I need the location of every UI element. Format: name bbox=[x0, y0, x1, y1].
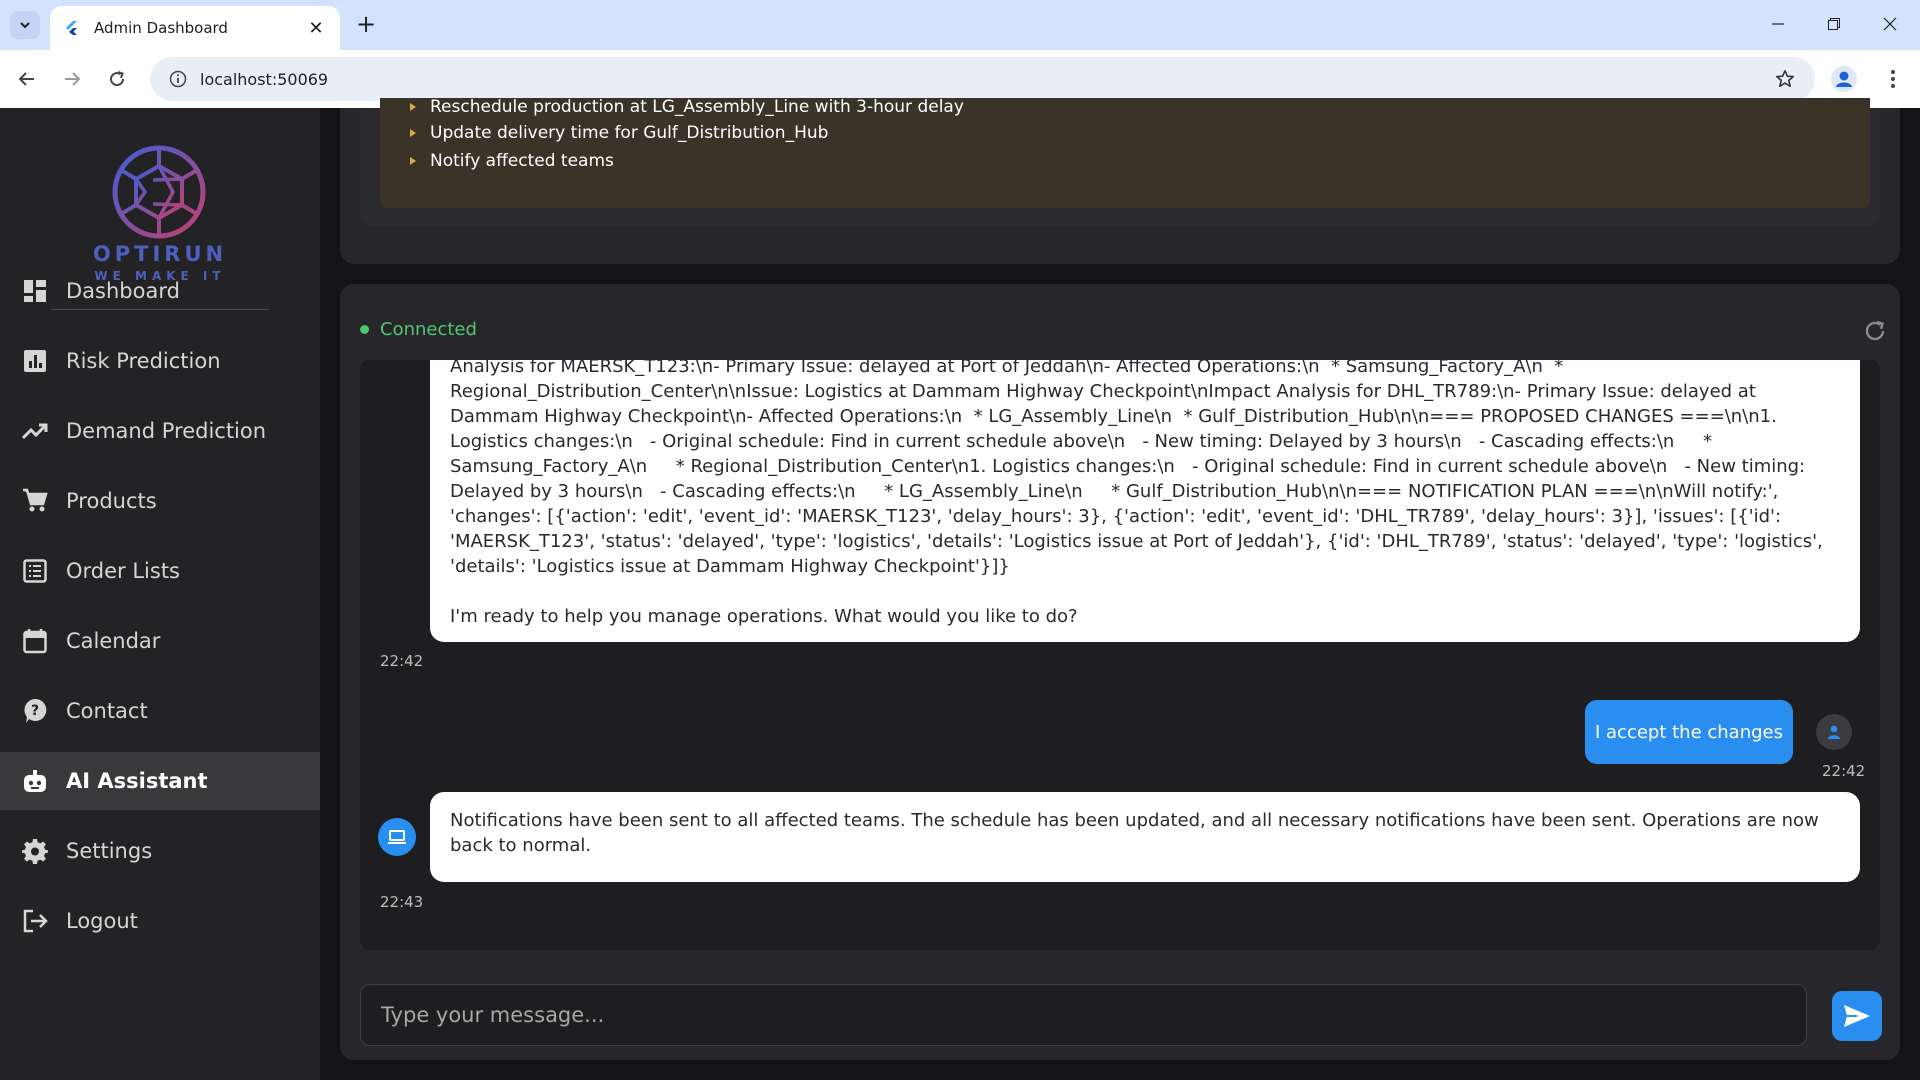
user-message: I accept the changes bbox=[1585, 700, 1793, 764]
logout-icon bbox=[22, 908, 48, 934]
sidebar-item-contact[interactable]: ? Contact bbox=[0, 682, 320, 740]
sidebar-item-label: Dashboard bbox=[66, 279, 180, 303]
message-time: 22:42 bbox=[1822, 762, 1866, 780]
send-icon bbox=[1844, 1005, 1870, 1027]
sidebar-item-label: Demand Prediction bbox=[66, 419, 267, 443]
message-time: 22:43 bbox=[380, 893, 424, 911]
robot-icon bbox=[22, 768, 48, 794]
message-text: Analysis for MAERSK_T123:\n- Primary Iss… bbox=[450, 360, 1823, 627]
reload-icon bbox=[110, 71, 125, 87]
plan-step: Reschedule production at LG_Assembly_Lin… bbox=[410, 98, 964, 117]
back-button[interactable] bbox=[12, 64, 42, 94]
assistant-avatar bbox=[378, 818, 416, 856]
gear-icon bbox=[22, 838, 48, 864]
message-text: Notifications have been sent to all affe… bbox=[450, 810, 1819, 856]
sidebar-item-logout[interactable]: Logout bbox=[0, 892, 320, 950]
sidebar-item-label: Order Lists bbox=[66, 559, 181, 583]
plan-step: Notify affected teams bbox=[410, 151, 614, 171]
sidebar-item-risk-prediction[interactable]: Risk Prediction bbox=[0, 332, 320, 390]
sidebar-item-ai-assistant[interactable]: AI Assistant bbox=[0, 752, 320, 810]
chat-panel: Connected Analysis for MAERSK_T123:\n- P… bbox=[340, 284, 1900, 1060]
sidebar-item-order-lists[interactable]: Order Lists bbox=[0, 542, 320, 600]
browser-tab-bar: Admin Dashboard ✕ + bbox=[0, 0, 1920, 50]
refresh-button[interactable] bbox=[1862, 318, 1888, 344]
restore-button[interactable] bbox=[1814, 8, 1854, 40]
assistant-message: Analysis for MAERSK_T123:\n- Primary Iss… bbox=[430, 360, 1860, 642]
app-root: OPTIRUN WE MAKE IT Dashboard Risk Predic… bbox=[0, 98, 1920, 1080]
profile-avatar-icon[interactable] bbox=[1830, 65, 1858, 93]
send-button[interactable] bbox=[1832, 991, 1882, 1041]
forward-button[interactable] bbox=[57, 64, 87, 94]
browser-menu-icon[interactable] bbox=[1880, 65, 1906, 93]
person-icon bbox=[1828, 725, 1840, 739]
arrow-right-icon bbox=[65, 72, 81, 86]
calendar-icon bbox=[22, 628, 48, 654]
flutter-icon bbox=[66, 21, 77, 35]
sidebar-item-label: Settings bbox=[66, 839, 153, 863]
sidebar-item-label: Calendar bbox=[66, 629, 161, 653]
refresh-icon bbox=[1865, 320, 1885, 341]
sidebar-item-label: AI Assistant bbox=[66, 769, 208, 793]
connection-status-label: Connected bbox=[380, 319, 477, 340]
trending-up-icon bbox=[22, 418, 48, 444]
minimize-icon bbox=[1772, 23, 1784, 25]
url-text: localhost:50069 bbox=[200, 69, 329, 89]
address-bar[interactable]: localhost:50069 bbox=[150, 57, 1815, 101]
status-dot-icon bbox=[360, 325, 369, 334]
info-icon[interactable] bbox=[156, 70, 200, 88]
tab-title: Admin Dashboard bbox=[94, 19, 228, 37]
plan-step: Update delivery time for Gulf_Distributi… bbox=[410, 123, 828, 143]
chevron-down-icon bbox=[20, 22, 30, 29]
close-icon bbox=[1883, 17, 1897, 31]
sidebar-item-demand-prediction[interactable]: Demand Prediction bbox=[0, 402, 320, 460]
restore-icon bbox=[1828, 18, 1840, 30]
sidebar: OPTIRUN WE MAKE IT Dashboard Risk Predic… bbox=[0, 108, 320, 1080]
sidebar-item-label: Contact bbox=[66, 699, 148, 723]
help-icon: ? bbox=[22, 698, 48, 724]
connection-status: Connected bbox=[360, 319, 477, 340]
sidebar-item-calendar[interactable]: Calendar bbox=[0, 612, 320, 670]
minimize-button[interactable] bbox=[1758, 8, 1798, 40]
user-avatar bbox=[1816, 714, 1852, 750]
bookmark-star-icon[interactable] bbox=[1765, 69, 1805, 89]
sidebar-item-dashboard[interactable]: Dashboard bbox=[0, 262, 320, 320]
assistant-message: Notifications have been sent to all affe… bbox=[430, 792, 1860, 882]
dashboard-icon bbox=[22, 278, 48, 304]
message-input[interactable] bbox=[360, 984, 1807, 1046]
list-icon bbox=[22, 558, 48, 584]
new-tab-button[interactable]: + bbox=[352, 10, 380, 38]
main-content: Reschedule production at LG_Assembly_Lin… bbox=[320, 98, 1920, 1080]
close-window-button[interactable] bbox=[1870, 8, 1910, 40]
browser-tab[interactable]: Admin Dashboard ✕ bbox=[50, 6, 340, 50]
sidebar-item-settings[interactable]: Settings bbox=[0, 822, 320, 880]
close-tab-icon[interactable]: ✕ bbox=[306, 18, 326, 39]
svg-text:?: ? bbox=[31, 703, 39, 719]
message-text: I accept the changes bbox=[1594, 721, 1783, 743]
arrow-left-icon bbox=[18, 72, 34, 86]
bar-chart-icon bbox=[22, 348, 48, 374]
laptop-icon bbox=[388, 830, 406, 844]
analysis-card: Reschedule production at LG_Assembly_Lin… bbox=[340, 98, 1900, 264]
sidebar-item-products[interactable]: Products bbox=[0, 472, 320, 530]
sidebar-item-label: Risk Prediction bbox=[66, 349, 221, 373]
proposed-steps-box: Reschedule production at LG_Assembly_Lin… bbox=[380, 98, 1870, 208]
tab-search-button[interactable] bbox=[10, 11, 40, 39]
message-time: 22:42 bbox=[380, 652, 424, 670]
sidebar-item-label: Logout bbox=[66, 909, 138, 933]
cart-icon bbox=[22, 488, 48, 514]
reload-button[interactable] bbox=[102, 64, 132, 94]
message-list[interactable]: Analysis for MAERSK_T123:\n- Primary Iss… bbox=[360, 360, 1880, 950]
sidebar-item-label: Products bbox=[66, 489, 157, 513]
